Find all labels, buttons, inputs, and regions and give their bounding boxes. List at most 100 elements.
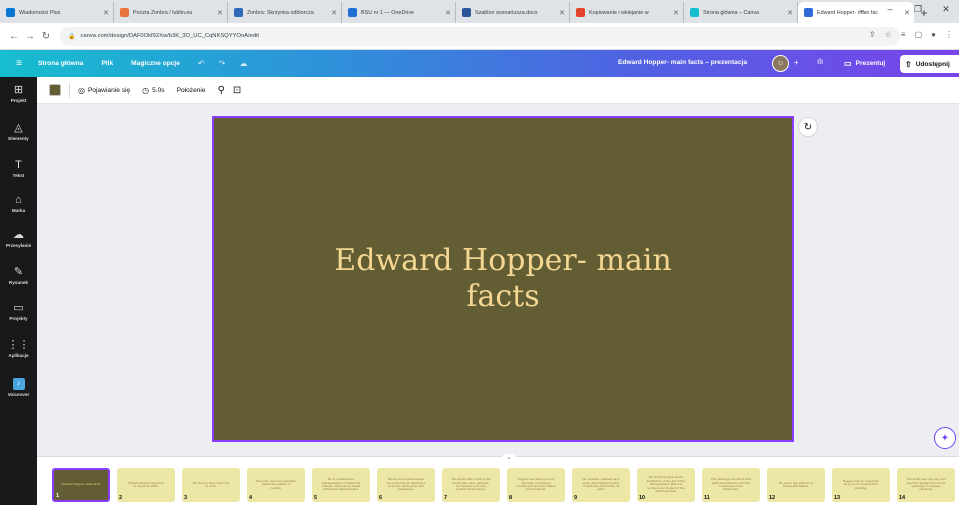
sidebar-item-label: Przesyłanie — [5, 243, 32, 248]
tab-label: Wiadomości Plus — [19, 9, 61, 16]
minimize-icon[interactable]: – — [876, 4, 904, 15]
refresh-icon[interactable]: ↻ — [798, 117, 818, 137]
tab-close-icon[interactable]: ✕ — [445, 9, 451, 17]
tab-close-icon[interactable]: ✕ — [331, 9, 337, 17]
file-menu[interactable]: Plik — [101, 60, 113, 67]
share-button[interactable]: ⇧ Udostępnij — [900, 55, 959, 73]
home-link[interactable]: Strona główna — [38, 60, 83, 67]
back-icon[interactable]: ← — [6, 31, 22, 42]
sidebar-item-elements[interactable]: ◬ Elementy — [0, 122, 37, 141]
slide-thumbnail[interactable]: He won first prize at the Exhibition of … — [637, 468, 695, 502]
tab-close-icon[interactable]: ✕ — [217, 9, 223, 17]
analytics-icon[interactable]: ılı — [817, 57, 823, 66]
share-label: Udostępnij — [915, 60, 950, 68]
undo-icon[interactable]: ↶ — [198, 59, 205, 68]
browser-tab[interactable]: Poczta Zimbra / lublin.eu ✕ — [114, 2, 228, 23]
tab-search-icon[interactable]: ⌄ — [848, 4, 876, 15]
browser-tab-strip: Wiadomości Plus ✕ Poczta Zimbra / lublin.e… — [0, 0, 959, 23]
bookmark-star-icon[interactable]: ☆ — [885, 30, 892, 39]
thumbnail-number: 1 — [56, 493, 60, 499]
slide-thumbnail[interactable]: Edward Hopper was born in Nyack in 1882.… — [117, 468, 175, 502]
present-label: Prezentuj — [855, 60, 886, 67]
magic-assistant-icon[interactable]: ✦ — [934, 427, 956, 449]
magic-options-menu[interactable]: Magiczne opcje — [131, 60, 180, 67]
present-button[interactable]: ▭ Prezentuj — [838, 55, 891, 72]
slide-thumbnail[interactable]: He was a big admirer of Degas and Manet.… — [767, 468, 825, 502]
sidebar-item-folder[interactable]: ▭ Projekty — [0, 302, 37, 321]
thumbnail-number: 4 — [249, 495, 253, 501]
slide-thumbnail[interactable]: His paintings are filled with light and … — [702, 468, 760, 502]
menu-dots-icon[interactable]: ⋮ — [945, 30, 953, 39]
sidebar-item-label: Aplikacje — [8, 353, 29, 358]
slide-thumbnail[interactable]: He carefully planned each work, first ma… — [572, 468, 630, 502]
thumbnail-text: His paintings are filled with light and … — [711, 477, 751, 492]
share-page-icon[interactable]: ⇪ — [869, 30, 876, 39]
add-collaborator-icon[interactable]: + — [794, 58, 799, 67]
thumbnail-number: 6 — [379, 495, 383, 501]
duration-button[interactable]: ◷ 5.0s — [142, 86, 164, 95]
document-title[interactable]: Edward Hopper- main facts – prezentacja — [618, 59, 747, 66]
tab-close-icon[interactable]: ✕ — [559, 9, 565, 17]
thumbnail-number: 2 — [119, 495, 123, 501]
menu-hamburger-icon[interactable]: ≡ — [0, 58, 38, 69]
sidebar-item-apps[interactable]: ⋮⋮ Aplikacje — [0, 339, 37, 358]
tab-close-icon[interactable]: ✕ — [673, 9, 679, 17]
browser-tab[interactable]: Szablon scenariusza.docx ✕ — [456, 2, 570, 23]
tab-label: Kopiowanie i wklejanie w — [589, 9, 649, 16]
thumbnail-number: 13 — [834, 495, 841, 501]
background-color-swatch[interactable] — [49, 84, 61, 96]
maximize-icon[interactable]: ❐ — [904, 4, 932, 15]
slide-thumbnail[interactable]: The artist was very shy and used the bac… — [897, 468, 955, 502]
tab-favicon-icon — [804, 8, 813, 17]
tab-close-icon[interactable]: ✕ — [787, 9, 793, 17]
slide-thumbnail[interactable]: The artist didn't work in his studio lik… — [442, 468, 500, 502]
slide-title[interactable]: Edward Hopper- main facts — [303, 243, 703, 315]
tab-label: Zimbra: Skrzynka odbiorcza — [247, 9, 314, 16]
position-button[interactable]: Położenie — [177, 87, 206, 94]
thumbnail-number: 3 — [184, 495, 188, 501]
sidebar-item-voiceover[interactable]: ♪ Voiceover — [0, 378, 37, 397]
slide-thumbnail[interactable]: He is the most recognizable American pai… — [247, 468, 305, 502]
reload-icon[interactable]: ↻ — [38, 31, 54, 42]
tab-close-icon[interactable]: ✕ — [103, 9, 109, 17]
address-bar-icons: ⇪ ☆ ≡ ▢ ● ⋮ — [869, 30, 953, 39]
thumbnail-number: 5 — [314, 495, 318, 501]
split-view-icon[interactable]: ▢ — [915, 30, 923, 39]
forward-icon[interactable]: → — [22, 31, 38, 42]
lock-element-icon[interactable]: ⊡ — [233, 85, 241, 96]
browser-tab[interactable]: Wiadomości Plus ✕ — [0, 2, 114, 23]
toolbar-divider — [69, 82, 70, 98]
current-slide[interactable]: Edward Hopper- main facts — [212, 116, 794, 442]
browser-tab[interactable]: Strona główna – Canva ✕ — [684, 2, 798, 23]
tab-label: Poczta Zimbra / lublin.eu — [133, 9, 193, 16]
sidebar-item-text[interactable]: T Tekst — [0, 159, 37, 178]
sidebar-item-draw[interactable]: ✎ Rysunek — [0, 266, 37, 285]
avatar[interactable]: ☺ — [772, 55, 789, 72]
reading-list-icon[interactable]: ≡ — [901, 30, 906, 39]
slide-thumbnail[interactable]: Hopper was so rewarded, he got a lot of … — [832, 468, 890, 502]
collapse-filmstrip-icon[interactable]: ⌄ — [502, 454, 516, 462]
browser-tab[interactable]: Zimbra: Skrzynka odbiorcza ✕ — [228, 2, 342, 23]
layout-icon: ⊞ — [13, 84, 24, 96]
slide-thumbnail[interactable]: Before he became famous he worked as an … — [377, 468, 435, 502]
slide-thumbnail[interactable]: Hopper was always a very shy man, he avo… — [507, 468, 565, 502]
sidebar-item-label: Marka — [11, 208, 26, 213]
slide-thumbnail[interactable]: Edward Hopper- main facts 1 — [52, 468, 110, 502]
url-field[interactable]: 🔒 canva.com/design/DAF0Okf92Xw/b3K_3O_UC… — [60, 26, 900, 46]
thumbnail-text: He is considered a representative of Ame… — [321, 477, 361, 492]
upload-icon: ☁ — [13, 229, 24, 241]
position-label: Położenie — [176, 86, 206, 94]
browser-tab[interactable]: Kopiowanie i wklejanie w ✕ — [570, 2, 684, 23]
slide-thumbnail[interactable]: He lived in New York City in 1910. 3 — [182, 468, 240, 502]
redo-icon[interactable]: ↷ — [219, 59, 226, 68]
thumbnail-text: He carefully planned each work, first ma… — [582, 477, 620, 492]
animate-button[interactable]: ◎ Pojawianie się — [78, 86, 130, 95]
slide-thumbnail[interactable]: He is considered a representative of Ame… — [312, 468, 370, 502]
sidebar-item-upload[interactable]: ☁ Przesyłanie — [0, 229, 37, 248]
profile-icon[interactable]: ● — [931, 30, 936, 39]
paint-format-icon[interactable]: ⚲ — [218, 85, 225, 96]
sidebar-item-layout[interactable]: ⊞ Projekt — [0, 84, 37, 103]
browser-tab[interactable]: BSU nr 1 — OneDrive ✕ — [342, 2, 456, 23]
sidebar-item-brand[interactable]: ⌂ Marka — [0, 194, 37, 213]
close-window-icon[interactable]: ✕ — [932, 4, 959, 15]
